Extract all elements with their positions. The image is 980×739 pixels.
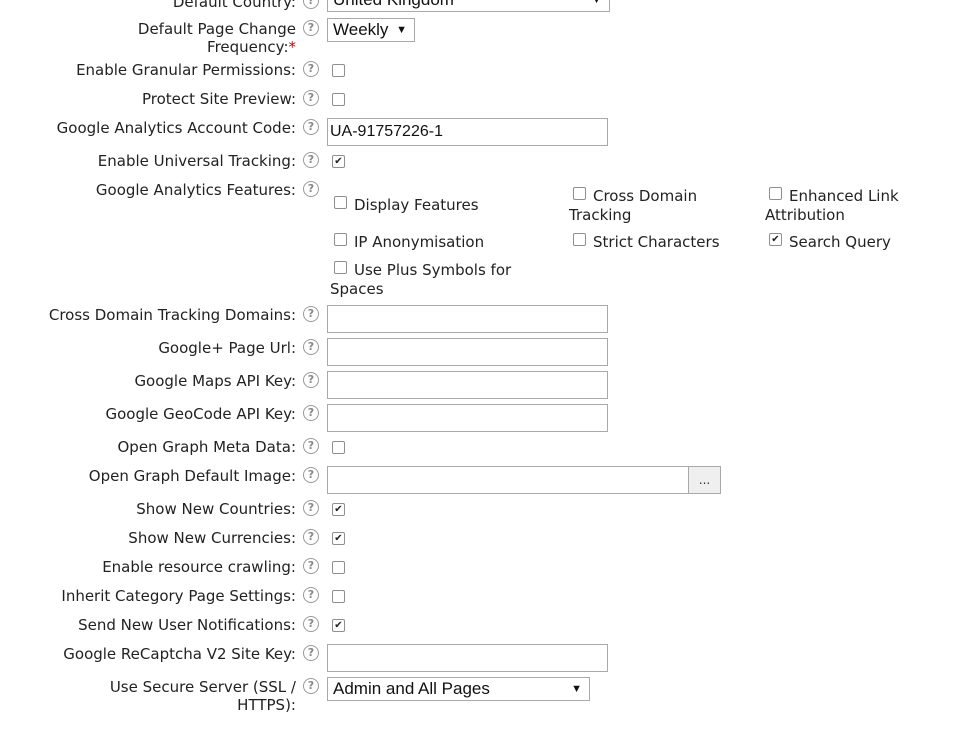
browse-button[interactable]: ...	[688, 466, 721, 494]
universal-tracking-label: Enable Universal Tracking:	[97, 152, 296, 170]
cross-domain-domains-label: Cross Domain Tracking Domains:	[48, 306, 296, 324]
google-plus-url-label: Google+ Page Url:	[158, 339, 296, 357]
help-icon[interactable]: ?	[303, 90, 319, 106]
open-graph-image-input[interactable]	[327, 466, 689, 494]
open-graph-image-label: Open Graph Default Image:	[88, 467, 296, 485]
display-features-label: Display Features	[354, 196, 479, 214]
ga-account-code-input[interactable]: UA-91757226-1	[327, 118, 608, 146]
open-graph-meta-label: Open Graph Meta Data:	[117, 438, 297, 456]
resource-crawling-label: Enable resource crawling:	[102, 558, 296, 576]
cross-domain-tracking-label: Cross Domain Tracking	[569, 187, 698, 224]
strict-characters-label: Strict Characters	[593, 233, 720, 251]
search-query-checkbox[interactable]: ✔	[769, 233, 782, 246]
google-plus-url-input[interactable]	[327, 338, 608, 366]
page-change-frequency-select[interactable]: Weekly ▼	[327, 18, 415, 42]
help-icon[interactable]: ?	[303, 181, 319, 197]
help-icon[interactable]: ?	[303, 61, 319, 77]
help-icon[interactable]: ?	[303, 529, 319, 545]
ip-anonymisation-label: IP Anonymisation	[354, 233, 485, 251]
recaptcha-key-label: Google ReCaptcha V2 Site Key:	[63, 645, 296, 663]
secure-server-label: Use Secure Server (SSL / HTTPS):	[109, 678, 296, 714]
secure-server-select[interactable]: Admin and All Pages ▼	[327, 677, 590, 701]
help-icon[interactable]: ?	[303, 152, 319, 168]
open-graph-meta-checkbox[interactable]	[332, 441, 345, 454]
enhanced-link-attribution-label: Enhanced Link Attribution	[765, 187, 899, 224]
use-plus-symbols-label: Use Plus Symbols for Spaces	[330, 261, 512, 298]
show-new-currencies-label: Show New Currencies:	[128, 529, 296, 547]
help-icon[interactable]: ?	[303, 405, 319, 421]
show-new-countries-checkbox[interactable]: ✔	[332, 503, 345, 516]
display-features-checkbox[interactable]	[334, 196, 347, 209]
page-change-frequency-value: Weekly	[333, 20, 389, 39]
show-new-countries-label: Show New Countries:	[136, 500, 296, 518]
google-geocode-key-input[interactable]	[327, 404, 608, 432]
search-query-label: Search Query	[789, 233, 891, 251]
ga-account-code-label: Google Analytics Account Code:	[56, 119, 296, 137]
google-maps-key-label: Google Maps API Key:	[134, 372, 296, 390]
send-user-notifications-label: Send New User Notifications:	[78, 616, 296, 634]
granular-permissions-label: Enable Granular Permissions:	[76, 61, 296, 79]
universal-tracking-checkbox[interactable]: ✔	[332, 155, 345, 168]
secure-server-value: Admin and All Pages	[333, 679, 490, 698]
show-new-currencies-checkbox[interactable]: ✔	[332, 532, 345, 545]
protect-site-preview-label: Protect Site Preview:	[142, 90, 296, 108]
help-icon[interactable]: ?	[303, 119, 319, 135]
recaptcha-key-input[interactable]	[327, 644, 608, 672]
help-icon[interactable]: ?	[303, 438, 319, 454]
default-country-select[interactable]: United Kingdom ▼	[327, 0, 610, 12]
resource-crawling-checkbox[interactable]	[332, 561, 345, 574]
help-icon[interactable]: ?	[303, 467, 319, 483]
help-icon[interactable]: ?	[303, 20, 319, 36]
send-user-notifications-checkbox[interactable]: ✔	[332, 619, 345, 632]
granular-permissions-checkbox[interactable]	[332, 64, 345, 77]
help-icon[interactable]: ?	[303, 339, 319, 355]
strict-characters-checkbox[interactable]	[573, 233, 586, 246]
chevron-down-icon: ▼	[396, 24, 407, 36]
google-maps-key-input[interactable]	[327, 371, 608, 399]
help-icon[interactable]: ?	[303, 616, 319, 632]
help-icon[interactable]: ?	[303, 558, 319, 574]
chevron-down-icon: ▼	[591, 0, 602, 6]
protect-site-preview-checkbox[interactable]	[332, 93, 345, 106]
required-marker: *	[288, 38, 297, 56]
inherit-category-checkbox[interactable]	[332, 590, 345, 603]
page-change-frequency-label: Default Page Change Frequency:*	[137, 20, 297, 56]
help-icon[interactable]: ?	[303, 372, 319, 388]
ga-features-label: Google Analytics Features:	[95, 181, 296, 199]
default-country-value: United Kingdom	[333, 0, 454, 9]
default-country-label: Default Country:	[172, 0, 296, 11]
help-icon[interactable]: ?	[303, 0, 319, 9]
chevron-down-icon: ▼	[571, 683, 582, 695]
help-icon[interactable]: ?	[303, 587, 319, 603]
help-icon[interactable]: ?	[303, 500, 319, 516]
google-geocode-key-label: Google GeoCode API Key:	[105, 405, 296, 423]
ip-anonymisation-checkbox[interactable]	[334, 233, 347, 246]
help-icon[interactable]: ?	[303, 306, 319, 322]
inherit-category-label: Inherit Category Page Settings:	[61, 587, 296, 605]
help-icon[interactable]: ?	[303, 645, 319, 661]
cross-domain-domains-input[interactable]	[327, 305, 608, 333]
help-icon[interactable]: ?	[303, 678, 319, 694]
